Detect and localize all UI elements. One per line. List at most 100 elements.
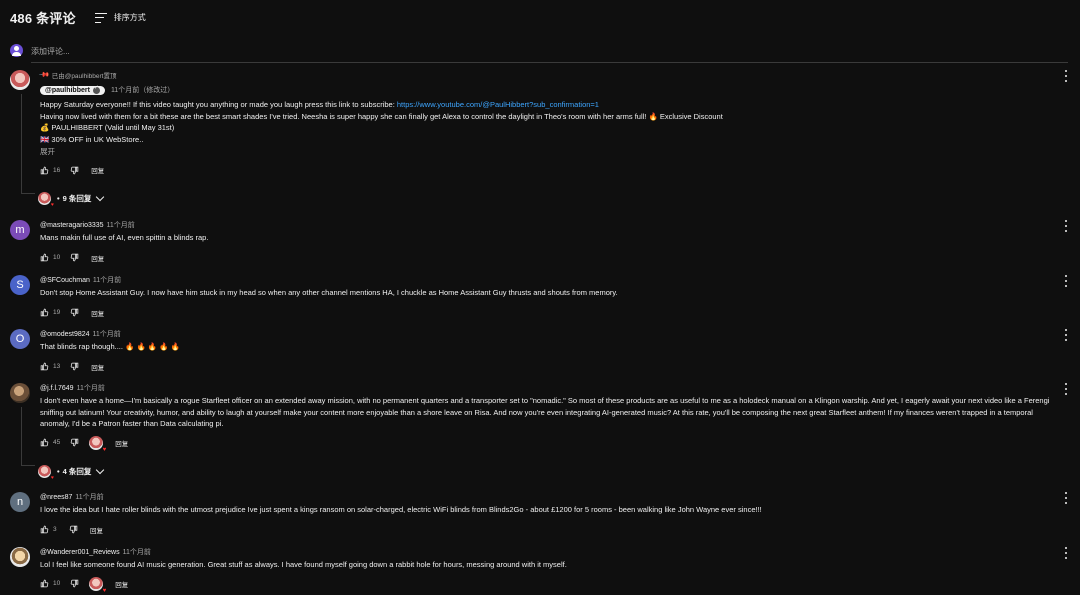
- comment-actions: 3 回复: [40, 525, 1070, 535]
- reply-button[interactable]: 回复: [91, 165, 104, 175]
- comments-section: 486 条评论 排序方式 添加评论... 📌 已由@paulhibbert置顶 …: [0, 0, 1080, 595]
- author-name[interactable]: @SFCouchman: [40, 277, 90, 284]
- thread-line: [21, 407, 22, 465]
- reply-button[interactable]: 回复: [115, 438, 128, 448]
- dislike-icon[interactable]: [70, 579, 79, 588]
- chevron-down-icon: [96, 192, 105, 201]
- like-count: 10: [53, 254, 61, 262]
- thread-hook: [21, 465, 35, 466]
- thread-line: [21, 94, 22, 193]
- creator-heart-avatar: [38, 465, 54, 481]
- author-name[interactable]: @masteragario3335: [40, 222, 104, 229]
- dislike-icon[interactable]: [70, 438, 79, 447]
- like-icon[interactable]: [40, 166, 49, 175]
- more-options-icon[interactable]: [1065, 547, 1068, 559]
- reply-button[interactable]: 回复: [90, 525, 103, 535]
- more-options-icon[interactable]: [1065, 220, 1068, 232]
- more-options-icon[interactable]: [1065, 70, 1068, 82]
- timestamp[interactable]: 11个月前: [93, 329, 121, 339]
- comment-actions: 13 回复: [40, 362, 1070, 372]
- comment-text: Mans makin full use of AI, even spittin …: [40, 233, 209, 242]
- more-options-icon[interactable]: [1065, 492, 1068, 504]
- timestamp[interactable]: 11个月前: [75, 492, 103, 502]
- author-name[interactable]: @j.f.l.7649: [40, 385, 74, 392]
- comment-actions: 10 回复: [40, 576, 1070, 594]
- comment-count: 486 条评论: [10, 11, 76, 26]
- reply-button[interactable]: 回复: [91, 308, 104, 318]
- like-icon[interactable]: [40, 525, 49, 534]
- timestamp[interactable]: 11个月前: [123, 547, 151, 557]
- replies-toggle[interactable]: • 9 条回复: [38, 192, 105, 208]
- reply-button[interactable]: 回复: [115, 579, 128, 589]
- separator-dot: •: [57, 194, 60, 203]
- dislike-icon[interactable]: [70, 362, 79, 371]
- dislike-icon[interactable]: [70, 166, 79, 175]
- reply-button[interactable]: 回复: [91, 253, 104, 263]
- reply-button[interactable]: 回复: [91, 362, 104, 372]
- timestamp[interactable]: 11个月前: [107, 220, 135, 230]
- more-options-icon[interactable]: [1065, 275, 1068, 287]
- pinned-label: 已由@paulhibbert置顶: [51, 73, 117, 80]
- replies-count: 4 条回复: [62, 467, 92, 476]
- like-icon[interactable]: [40, 362, 49, 371]
- comment-actions: 16 回复: [40, 165, 1070, 175]
- like-count: 19: [53, 309, 61, 317]
- author-chip-text: @paulhibbert: [45, 86, 90, 94]
- avatar[interactable]: n: [10, 492, 30, 512]
- creator-heart-icon: [89, 435, 106, 453]
- comment-actions: 45 回复: [40, 435, 1070, 453]
- dislike-icon[interactable]: [70, 253, 79, 262]
- more-options-icon[interactable]: [1065, 329, 1068, 341]
- thread-hook: [21, 193, 35, 194]
- timestamp[interactable]: 11个月前: [93, 275, 121, 285]
- text-line: 💰 PAULHIBBERT (Valid until May 31st): [40, 123, 175, 133]
- like-count: 10: [53, 580, 61, 588]
- like-icon[interactable]: [40, 253, 49, 262]
- avatar[interactable]: m: [10, 220, 30, 240]
- sort-button[interactable]: 排序方式: [94, 12, 146, 23]
- user-avatar: [10, 44, 23, 57]
- subscribe-link[interactable]: https://www.youtube.com/@PaulHibbert?sub…: [397, 100, 599, 109]
- timestamp[interactable]: 11个月前: [77, 383, 105, 393]
- like-icon[interactable]: [40, 438, 49, 447]
- comment-text: I don't even have a home—I'm basically a…: [40, 396, 1050, 429]
- author-name[interactable]: @nrees87: [40, 494, 72, 501]
- replies-count: 9 条回复: [62, 194, 92, 203]
- comment-text: Don't stop Home Assistant Guy. I now hav…: [40, 288, 618, 297]
- add-comment-row: 添加评论...: [10, 38, 1068, 63]
- timestamp[interactable]: 11个月前（修改过）: [111, 85, 174, 95]
- replies-toggle[interactable]: • 4 条回复: [38, 465, 105, 481]
- more-options-icon[interactable]: [1065, 383, 1068, 395]
- avatar[interactable]: [10, 70, 30, 90]
- comment-text: Lol I feel like someone found AI music g…: [40, 560, 567, 569]
- creator-heart-icon: [89, 576, 106, 594]
- dislike-icon[interactable]: [70, 308, 79, 317]
- pinned-badge: 📌 已由@paulhibbert置顶: [38, 69, 1070, 81]
- like-count: 3: [53, 526, 57, 534]
- like-count: 45: [53, 439, 61, 447]
- author-name[interactable]: @paulhibbert: [40, 85, 105, 95]
- expand-button[interactable]: 展开: [40, 146, 1070, 157]
- author-name[interactable]: @omodest9824: [40, 331, 90, 338]
- avatar[interactable]: O: [10, 329, 30, 349]
- avatar[interactable]: [10, 547, 30, 567]
- comment-actions: 10 回复: [40, 253, 1070, 263]
- avatar[interactable]: S: [10, 275, 30, 295]
- verified-icon: [92, 85, 100, 94]
- creator-heart-avatar: [38, 192, 54, 208]
- text-line: 🇬🇧 30% OFF in UK WebStore..: [40, 134, 144, 144]
- comment-text: That blinds rap though.... 🔥 🔥 🔥 🔥 🔥: [40, 342, 181, 351]
- comments-header: 486 条评论 排序方式: [10, 8, 146, 27]
- author-name[interactable]: @Wanderer001_Reviews: [40, 549, 120, 556]
- pin-icon: 📌: [38, 69, 50, 81]
- add-comment-input[interactable]: 添加评论...: [31, 46, 1068, 63]
- comment-text: Happy Saturday everyone!! If this video …: [40, 99, 1070, 145]
- avatar[interactable]: [10, 383, 30, 403]
- text-line: Having now lived with them for a bit the…: [40, 111, 723, 121]
- dislike-icon[interactable]: [69, 525, 78, 534]
- like-icon[interactable]: [40, 579, 49, 588]
- comment-actions: 19 回复: [40, 308, 1070, 318]
- like-icon[interactable]: [40, 308, 49, 317]
- comment-text: I love the idea but I hate roller blinds…: [40, 505, 762, 514]
- like-count: 16: [53, 166, 61, 174]
